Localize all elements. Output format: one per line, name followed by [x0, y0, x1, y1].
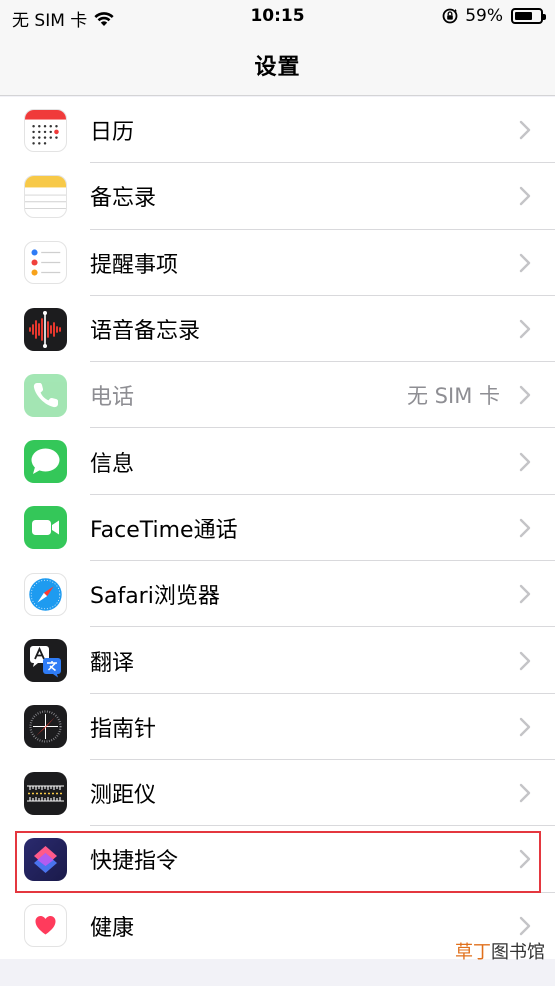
- battery-percent: 59%: [465, 6, 503, 26]
- settings-row-label: 指南针: [90, 716, 157, 742]
- safari-icon: [24, 572, 67, 616]
- chevron-right-icon: [519, 187, 531, 206]
- settings-row-phone[interactable]: 电话 无 SIM 卡: [0, 362, 555, 429]
- chevron-right-icon: [519, 386, 531, 405]
- settings-row-label: 提醒事项: [90, 252, 179, 278]
- settings-row-facetime[interactable]: FaceTime通话: [0, 495, 555, 562]
- settings-row-label: 测距仪: [90, 783, 157, 809]
- settings-row-safari[interactable]: Safari浏览器: [0, 561, 555, 628]
- shortcuts-icon: [24, 837, 67, 881]
- chevron-right-icon: [519, 253, 531, 272]
- chevron-right-icon: [519, 518, 531, 538]
- settings-row-label: 备忘录: [90, 186, 157, 212]
- measure-icon: [24, 771, 67, 815]
- settings-row-label: 健康: [90, 915, 135, 941]
- page-title: 设置: [254, 54, 301, 80]
- chevron-right-icon: [519, 120, 531, 140]
- status-bar: 无 SIM 卡 10:15 59%: [0, 0, 555, 34]
- watermark: 草丁图书馆: [455, 938, 545, 964]
- voice-memos-icon: [24, 307, 67, 351]
- messages-icon: [24, 440, 67, 484]
- chevron-right-icon: [519, 717, 531, 737]
- chevron-right-icon: [519, 850, 531, 869]
- settings-list: 日历 备忘录 提醒事项 语音备忘录 电话 无 SIM 卡 信息 FaceTime…: [0, 97, 555, 959]
- battery-icon: [511, 8, 546, 24]
- notes-icon: [24, 174, 67, 218]
- settings-row-calendar[interactable]: 日历: [0, 97, 555, 164]
- status-right: 59%: [441, 6, 546, 26]
- chevron-right-icon: [519, 585, 531, 604]
- settings-row-messages[interactable]: 信息: [0, 428, 555, 495]
- settings-row-label: Safari浏览器: [90, 584, 220, 610]
- settings-row-voice-memos[interactable]: 语音备忘录: [0, 296, 555, 363]
- phone-detail: 无 SIM 卡: [407, 384, 500, 409]
- settings-row-label: 快捷指令: [90, 849, 179, 875]
- orientation-lock-icon: [442, 8, 458, 24]
- facetime-icon: [24, 506, 67, 550]
- compass-icon: [24, 705, 67, 749]
- translate-icon: [24, 639, 67, 683]
- health-icon: [24, 904, 67, 948]
- settings-row-reminders[interactable]: 提醒事项: [0, 230, 555, 296]
- settings-row-translate[interactable]: 翻译: [0, 627, 555, 694]
- battery-fill: [515, 12, 532, 20]
- settings-row-label: 语音备忘录: [90, 319, 201, 345]
- settings-row-label: 电话: [90, 385, 135, 411]
- phone-icon: [24, 373, 67, 417]
- settings-row-compass[interactable]: 指南针: [0, 694, 555, 760]
- chevron-right-icon: [519, 452, 531, 471]
- settings-row-label: 日历: [90, 120, 135, 146]
- settings-row-label: 信息: [90, 451, 135, 477]
- settings-row-label: FaceTime通话: [90, 517, 238, 543]
- chevron-right-icon: [519, 319, 531, 339]
- settings-row-notes[interactable]: 备忘录: [0, 163, 555, 230]
- watermark-part-2: 图书馆: [491, 942, 545, 963]
- calendar-icon: [24, 108, 67, 152]
- watermark-part-1: 草丁: [455, 942, 491, 963]
- nav-bar: 设置: [0, 34, 555, 96]
- settings-row-label: 翻译: [90, 650, 135, 676]
- chevron-right-icon: [519, 783, 531, 803]
- settings-row-measure[interactable]: 测距仪: [0, 760, 555, 827]
- chevron-right-icon: [519, 651, 531, 670]
- reminders-icon: [24, 241, 67, 285]
- chevron-right-icon: [519, 916, 531, 935]
- settings-row-shortcuts[interactable]: 快捷指令: [0, 826, 555, 893]
